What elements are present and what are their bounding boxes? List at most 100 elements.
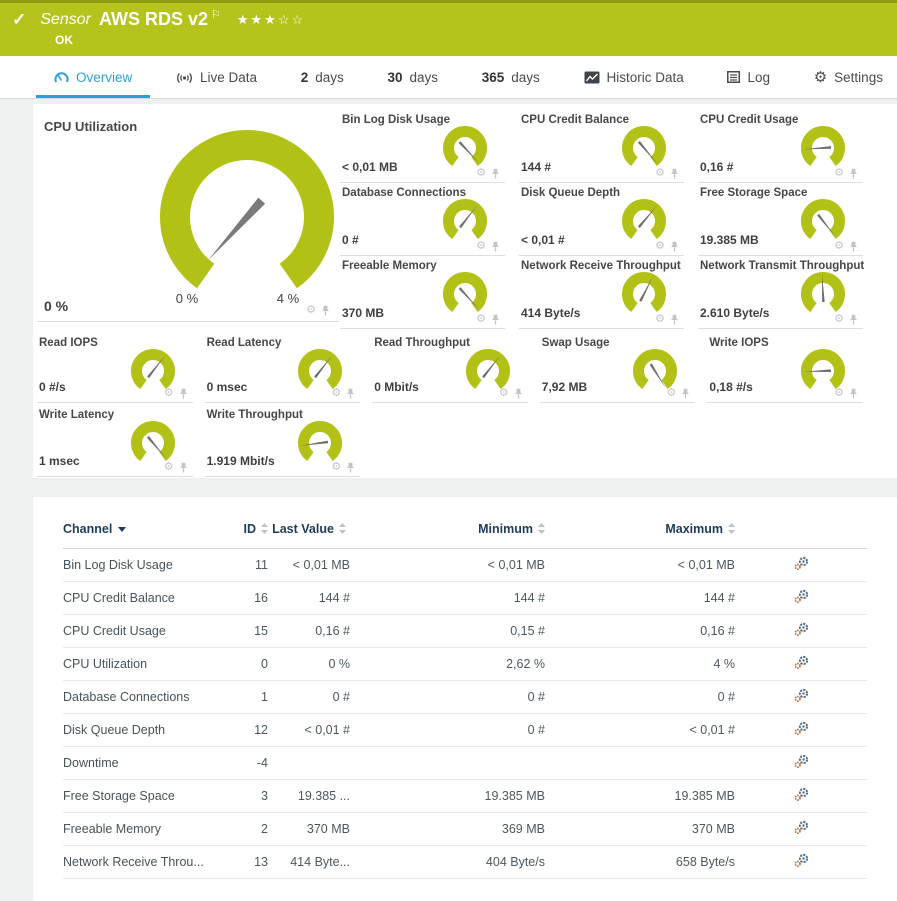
tab-live-data[interactable]: Live Data: [170, 56, 263, 98]
column-header-channel[interactable]: Channel: [63, 509, 223, 549]
channel-gauge: [795, 196, 851, 244]
gauge-tile-freeable-memory[interactable]: Freeable Memory 370 MB ⚙: [340, 256, 505, 329]
pin-icon[interactable]: [849, 168, 858, 179]
pin-icon[interactable]: [681, 388, 690, 399]
cell-last-value: 370 MB: [268, 813, 350, 846]
gauge-tile-cpu-credit-balance[interactable]: CPU Credit Balance 144 # ⚙: [519, 110, 684, 183]
gear-icon[interactable]: ⚙: [164, 388, 174, 399]
cell-actions: [735, 846, 867, 879]
tab-log[interactable]: Log: [721, 56, 776, 98]
gear-icon[interactable]: ⚙: [834, 168, 844, 179]
gauge-tile-bin-log-disk-usage[interactable]: Bin Log Disk Usage < 0,01 MB ⚙: [340, 110, 505, 183]
channel-settings-icon[interactable]: [793, 589, 810, 604]
gear-icon[interactable]: ⚙: [834, 241, 844, 252]
cell-channel: CPU Utilization: [63, 648, 223, 681]
gauge-title: Write IOPS: [709, 337, 768, 349]
gear-icon[interactable]: ⚙: [476, 241, 486, 252]
column-header-last-value[interactable]: Last Value: [268, 509, 350, 549]
pin-icon[interactable]: [179, 462, 188, 473]
channel-settings-icon[interactable]: [793, 556, 810, 571]
flag-icon[interactable]: ⚐: [211, 8, 221, 21]
cell-id: 3: [223, 780, 268, 813]
gear-icon[interactable]: ⚙: [476, 168, 486, 179]
cell-maximum: 0,16 #: [545, 615, 735, 648]
gauge-tile-read-iops[interactable]: Read IOPS 0 #/s ⚙: [37, 333, 193, 403]
channel-settings-icon[interactable]: [793, 655, 810, 670]
pin-icon[interactable]: [670, 314, 679, 325]
channel-settings-icon[interactable]: [793, 787, 810, 802]
gauge-tile-read-throughput[interactable]: Read Throughput 0 Mbit/s ⚙: [372, 333, 528, 403]
gauge-tile-write-iops[interactable]: Write IOPS 0,18 #/s ⚙: [707, 333, 863, 403]
gear-icon[interactable]: ⚙: [834, 314, 844, 325]
gear-icon[interactable]: ⚙: [655, 314, 665, 325]
cell-channel: Disk Queue Depth: [63, 714, 223, 747]
table-row-downtime: Downtime -4: [63, 747, 867, 780]
gauge-tile-network-transmit-throughput[interactable]: Network Transmit Throughput 2.610 Byte/s…: [698, 256, 863, 329]
table-row-cpu-credit-usage: CPU Credit Usage 15 0,16 # 0,15 # 0,16 #: [63, 615, 867, 648]
gear-icon[interactable]: ⚙: [306, 305, 316, 316]
sensor-header-row: ✓ Sensor AWS RDS v2 ⚐ ★★★☆☆: [0, 3, 897, 30]
gear-icon[interactable]: ⚙: [331, 462, 341, 473]
gear-icon[interactable]: ⚙: [164, 462, 174, 473]
gauge-tile-actions: ⚙: [476, 241, 500, 252]
cell-minimum: 0 #: [350, 681, 545, 714]
gauge-tile-network-receive-throughput[interactable]: Network Receive Throughput 414 Byte/s ⚙: [519, 256, 684, 329]
channel-settings-icon[interactable]: [793, 853, 810, 868]
column-header-id[interactable]: ID: [223, 509, 268, 549]
pin-icon[interactable]: [179, 388, 188, 399]
pin-icon[interactable]: [670, 241, 679, 252]
tab-2-days[interactable]: 2days: [295, 56, 350, 98]
gauge-tile-disk-queue-depth[interactable]: Disk Queue Depth < 0,01 # ⚙: [519, 183, 684, 256]
sensor-kind-label: Sensor: [40, 11, 91, 29]
gauge-tile-write-latency[interactable]: Write Latency 1 msec ⚙: [37, 405, 193, 477]
gear-icon[interactable]: ⚙: [655, 168, 665, 179]
gauge-tile-cpu-credit-usage[interactable]: CPU Credit Usage 0,16 # ⚙: [698, 110, 863, 183]
gear-icon[interactable]: ⚙: [655, 241, 665, 252]
gear-icon[interactable]: ⚙: [667, 388, 677, 399]
gauge-tile-actions: ⚙: [655, 241, 679, 252]
table-row-cpu-utilization: CPU Utilization 0 0 % 2,62 % 4 %: [63, 648, 867, 681]
channel-settings-icon[interactable]: [793, 688, 810, 703]
gauge-tile-actions: ⚙: [834, 241, 858, 252]
column-header-minimum[interactable]: Minimum: [350, 509, 545, 549]
gear-icon[interactable]: ⚙: [476, 314, 486, 325]
pin-icon[interactable]: [849, 388, 858, 399]
tab-overview[interactable]: Overview: [48, 56, 138, 98]
gauge-tile-database-connections[interactable]: Database Connections 0 # ⚙: [340, 183, 505, 256]
gauge-tile-swap-usage[interactable]: Swap Usage 7,92 MB ⚙: [540, 333, 696, 403]
channel-settings-icon[interactable]: [793, 622, 810, 637]
gauge-value: 1 msec: [39, 454, 80, 468]
column-header-maximum[interactable]: Maximum: [545, 509, 735, 549]
cell-minimum: 19.385 MB: [350, 780, 545, 813]
tab-365-days[interactable]: 365days: [476, 56, 546, 98]
gear-icon[interactable]: ⚙: [834, 388, 844, 399]
tab-settings[interactable]: ⚙Settings: [808, 56, 889, 98]
cell-minimum: [350, 747, 545, 780]
pin-icon[interactable]: [670, 168, 679, 179]
gear-icon[interactable]: ⚙: [499, 388, 509, 399]
gauge-tile-write-throughput[interactable]: Write Throughput 1.919 Mbit/s ⚙: [205, 405, 361, 477]
gauge-icon: [54, 71, 69, 84]
pin-icon[interactable]: [491, 314, 500, 325]
pin-icon[interactable]: [849, 314, 858, 325]
pin-icon[interactable]: [491, 168, 500, 179]
pin-icon[interactable]: [514, 388, 523, 399]
channel-settings-icon[interactable]: [793, 754, 810, 769]
tab-30-days[interactable]: 30days: [381, 56, 444, 98]
tab-historic-data[interactable]: Historic Data: [578, 56, 690, 98]
pin-icon[interactable]: [849, 241, 858, 252]
table-header-row: ChannelIDLast ValueMinimumMaximum: [63, 509, 867, 549]
gauge-tile-actions: ⚙: [331, 388, 355, 399]
priority-stars[interactable]: ★★★☆☆: [237, 12, 305, 28]
table-row-bin-log-disk-usage: Bin Log Disk Usage 11 < 0,01 MB < 0,01 M…: [63, 549, 867, 582]
channel-settings-icon[interactable]: [793, 721, 810, 736]
gear-icon[interactable]: ⚙: [331, 388, 341, 399]
channel-settings-icon[interactable]: [793, 820, 810, 835]
pin-icon[interactable]: [346, 388, 355, 399]
gauge-tile-cpu-utilization[interactable]: CPU Utilization 0 % 4 % 0 % ⚙: [37, 110, 339, 322]
pin-icon[interactable]: [346, 462, 355, 473]
pin-icon[interactable]: [491, 241, 500, 252]
gauge-tile-read-latency[interactable]: Read Latency 0 msec ⚙: [205, 333, 361, 403]
gauge-tile-free-storage-space[interactable]: Free Storage Space 19.385 MB ⚙: [698, 183, 863, 256]
pin-icon[interactable]: [321, 305, 330, 316]
